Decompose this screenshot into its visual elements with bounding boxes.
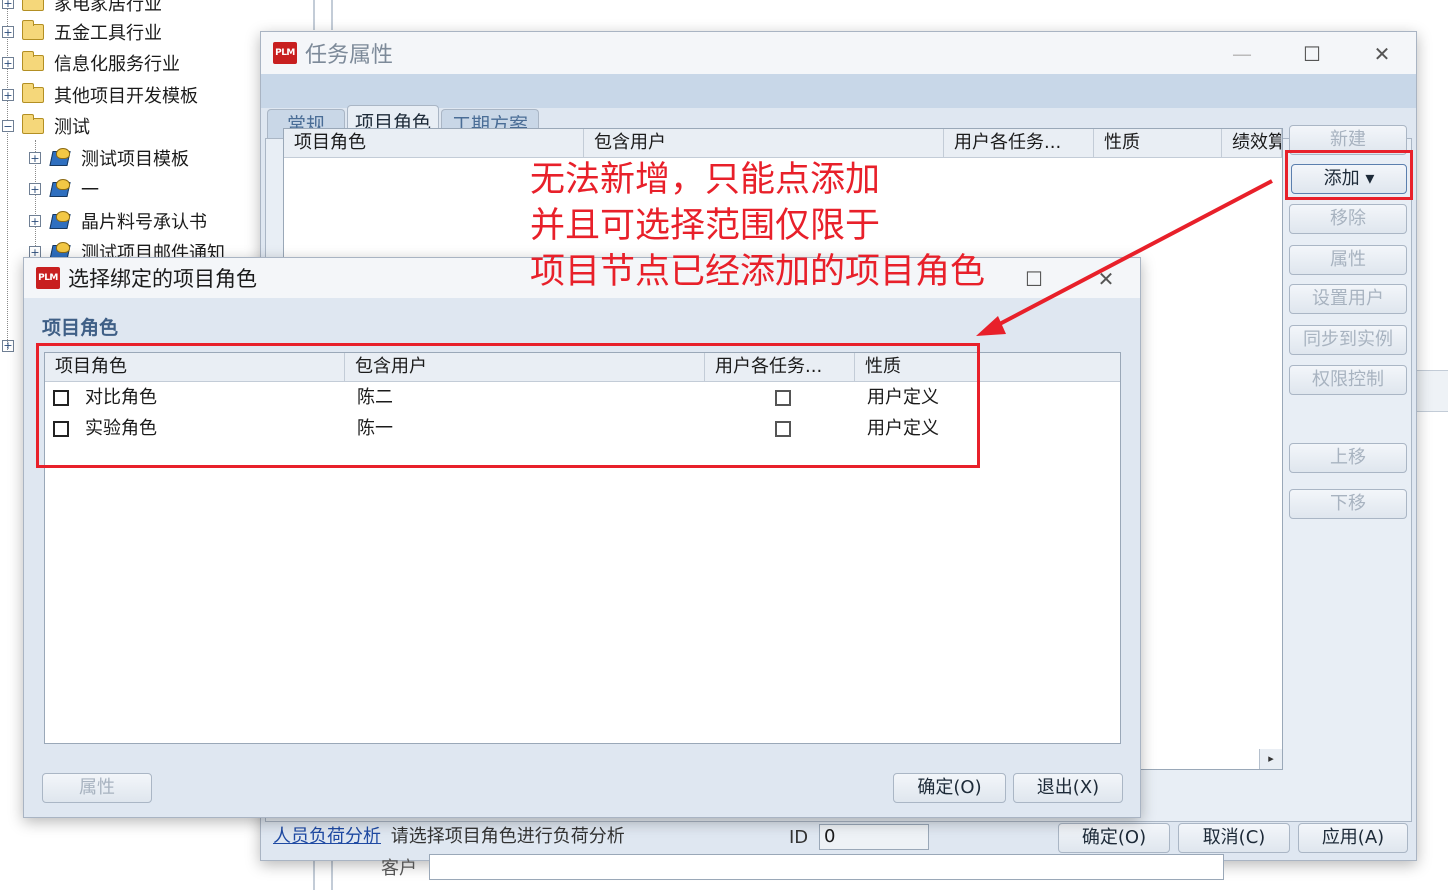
annotation-arrow-head: [976, 316, 1006, 336]
annotation-arrow: [976, 179, 1273, 336]
annotation-arrow-line: [991, 179, 1273, 330]
